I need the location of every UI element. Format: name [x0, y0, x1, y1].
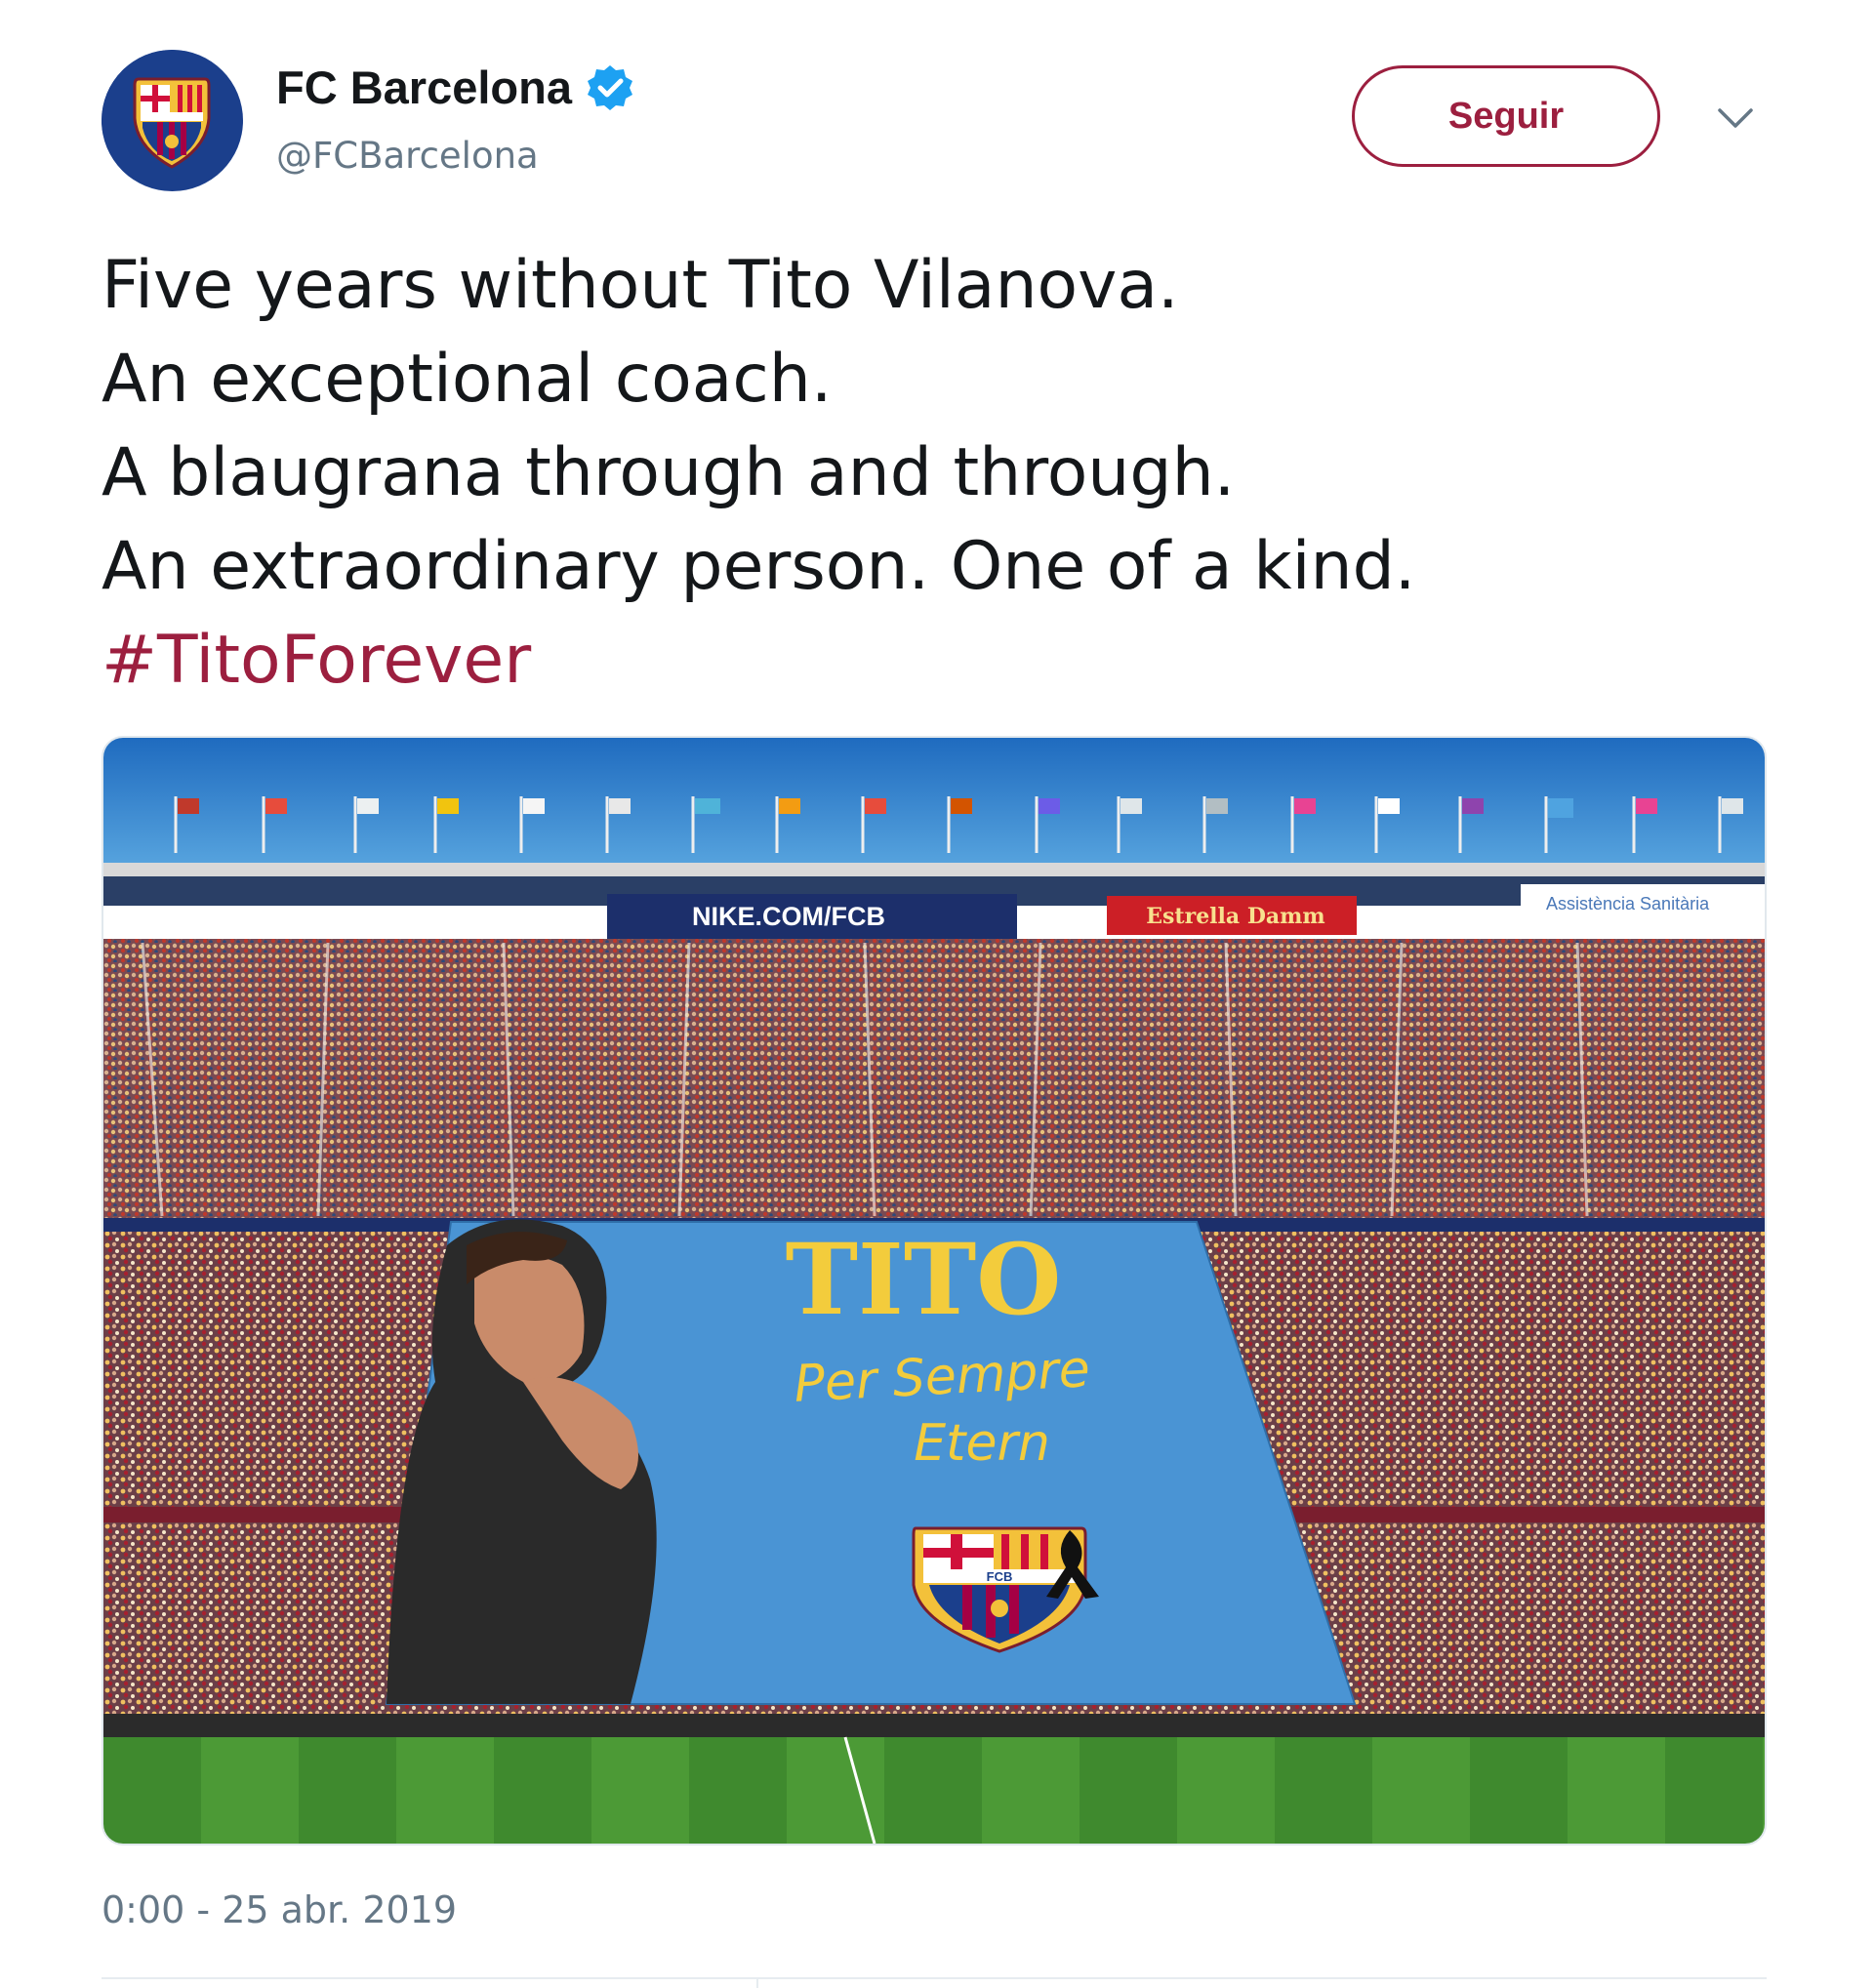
tweet-photo[interactable]: NIKE.COM/FCB Estrella Damm Assistència S… [102, 736, 1767, 1846]
tweet-line: An extraordinary person. One of a kind. [102, 528, 1416, 605]
avatar[interactable] [102, 50, 243, 191]
tweet-line: An exceptional coach. [102, 341, 833, 418]
divider [102, 1977, 1767, 1979]
account-name-row[interactable]: FC Barcelona [276, 61, 634, 114]
verified-badge-icon [586, 63, 634, 112]
chevron-down-icon[interactable] [1716, 102, 1755, 132]
fcb-crest-icon [102, 50, 242, 190]
tweet-card: FC Barcelona @FCBarcelona Seguir Five ye… [0, 0, 1874, 1988]
hashtag-link[interactable]: #TitoForever [102, 614, 1415, 708]
banner-title: TITO [786, 1222, 1062, 1337]
divider-tick [756, 1977, 758, 1988]
tweet-text: Five years without Tito Vilanova. An exc… [102, 239, 1415, 708]
tito-banner: TITO Per Sempre Etern FCB [385, 1219, 1357, 1705]
crest-label: FCB [987, 1569, 1013, 1584]
tweet-timestamp[interactable]: 0:00 - 25 abr. 2019 [102, 1888, 457, 1931]
ad-board-nike: NIKE.COM/FCB [607, 894, 1017, 939]
tweet-line: A blaugrana through and through. [102, 434, 1236, 511]
account-handle[interactable]: @FCBarcelona [276, 135, 539, 177]
follow-button[interactable]: Seguir [1352, 65, 1660, 167]
banner-line-2: Etern [914, 1414, 1050, 1473]
ad-board-estrella: Estrella Damm [1107, 896, 1357, 935]
ad-nike-text: NIKE.COM/FCB [692, 902, 885, 931]
tweet-line: Five years without Tito Vilanova. [102, 247, 1179, 324]
ad-board-assistencia: Assistència Sanitària [1521, 884, 1765, 923]
ad-estrella-text: Estrella Damm [1146, 904, 1324, 929]
ad-assistencia-text: Assistència Sanitària [1546, 894, 1710, 913]
account-name[interactable]: FC Barcelona [276, 61, 572, 114]
